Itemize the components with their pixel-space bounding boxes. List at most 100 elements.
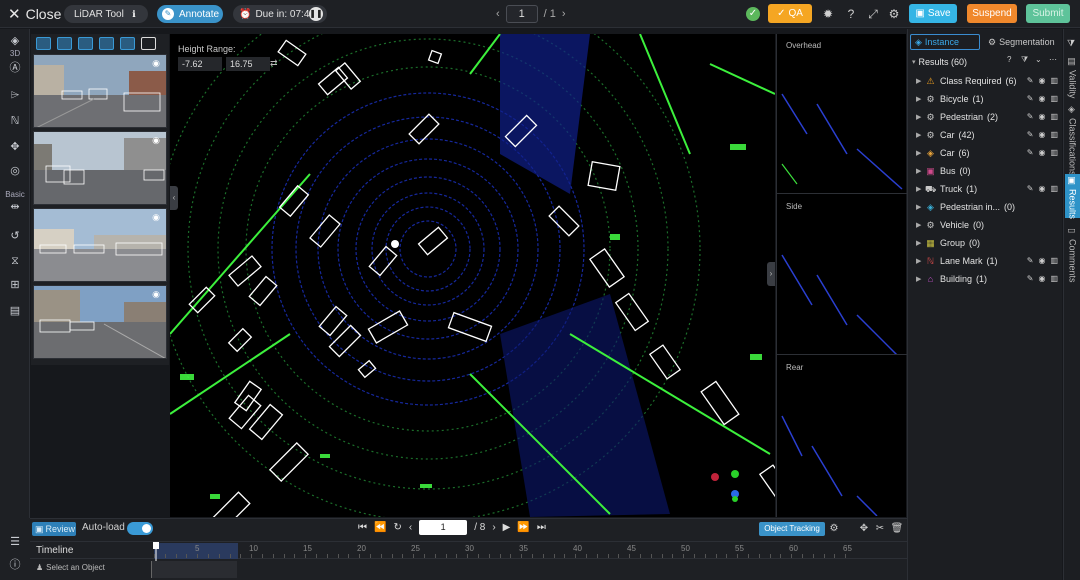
grid-tool-icon[interactable]: ⊞: [7, 277, 23, 293]
object-track-lane[interactable]: [151, 561, 237, 578]
sliders-icon[interactable]: ☰: [7, 534, 23, 550]
eye-icon[interactable]: ◉: [1038, 76, 1045, 85]
class-row[interactable]: ▶ ◈ Car (6) ✎ ◉ ▥: [916, 144, 1062, 162]
suspend-button[interactable]: Suspend: [967, 4, 1017, 23]
collapse-left-handle[interactable]: ‹: [170, 186, 178, 210]
review-button[interactable]: ▣ Review: [32, 522, 76, 536]
point-cloud-viewport[interactable]: Height Range: -7.62 16.75 ⇄ ‹ ›: [170, 34, 775, 517]
edit-icon[interactable]: ✎: [1027, 130, 1034, 139]
scissors-icon[interactable]: ✂: [873, 522, 887, 536]
class-row[interactable]: ▶ ⛟ Truck (1) ✎ ◉ ▥: [916, 180, 1062, 198]
filter-icon[interactable]: ⧩: [1067, 38, 1075, 49]
class-row[interactable]: ▶ ⌂ Building (1) ✎ ◉ ▥: [916, 270, 1062, 288]
tab-segmentation[interactable]: ⚙ Segmentation: [984, 34, 1056, 50]
move-tool-icon[interactable]: ✥: [7, 139, 23, 155]
tab-instance[interactable]: ◈ Instance: [910, 34, 980, 50]
cam-target-icon[interactable]: [141, 36, 156, 50]
polygon-tool-icon[interactable]: ⌲: [7, 87, 23, 103]
collapse-right-handle[interactable]: ›: [767, 262, 775, 286]
rewind-icon[interactable]: ⏪: [374, 522, 386, 533]
tab-validity[interactable]: ▤ Validity: [1065, 55, 1080, 98]
eye-icon[interactable]: ◉: [1038, 148, 1045, 157]
tab-classifications[interactable]: ◈ Classifications: [1065, 103, 1080, 176]
play-icon[interactable]: ▶: [503, 522, 511, 533]
expand-caret-icon[interactable]: ▶: [916, 257, 925, 265]
settings-icon[interactable]: ⚙: [827, 522, 841, 536]
eye-icon[interactable]: ◉: [150, 135, 162, 145]
class-row[interactable]: ▶ ⚙ Car (42) ✎ ◉ ▥: [916, 126, 1062, 144]
page-input[interactable]: 1: [505, 5, 538, 23]
camera-view-4[interactable]: ◉: [33, 285, 167, 359]
ai-tool-icon[interactable]: Ⓐ: [7, 60, 23, 76]
class-row[interactable]: ▶ ▦ Group (0): [916, 234, 1062, 252]
flip-tool-icon[interactable]: ⇹: [7, 199, 23, 215]
edit-icon[interactable]: ✎: [1027, 112, 1034, 121]
fast-forward-icon[interactable]: ⏩: [517, 522, 529, 533]
height-min-input[interactable]: -7.62: [178, 57, 222, 71]
edit-icon[interactable]: ✎: [1027, 76, 1034, 85]
point-cloud-canvas[interactable]: [170, 34, 775, 517]
qa-button[interactable]: ✓ QA: [768, 4, 812, 23]
timeline[interactable]: Timeline 5 10 15 20 25 30 35 40 45 50 55 60 65: [30, 541, 907, 562]
next-page-icon[interactable]: ›: [562, 8, 566, 20]
filter-tool-icon[interactable]: ⧖: [7, 253, 23, 269]
globe-tool-icon[interactable]: ◎: [7, 163, 23, 179]
save-button[interactable]: ▣ Save: [909, 4, 957, 23]
info-icon[interactable]: ℹ: [128, 8, 140, 20]
class-row[interactable]: ▶ ℕ Lane Mark (1) ✎ ◉ ▥: [916, 252, 1062, 270]
cam-frame-icon[interactable]: [57, 36, 72, 50]
expand-caret-icon[interactable]: ▶: [916, 275, 925, 283]
trash-icon[interactable]: ▥: [1050, 130, 1058, 139]
eye-icon[interactable]: ◉: [1038, 94, 1045, 103]
edit-icon[interactable]: ✎: [1027, 274, 1034, 283]
rear-view[interactable]: Rear: [777, 356, 907, 516]
trash-icon[interactable]: ▥: [1050, 184, 1058, 193]
eye-icon[interactable]: ◉: [1038, 274, 1045, 283]
trash-icon[interactable]: 🗑: [890, 522, 904, 536]
annotate-mode-chip[interactable]: ✎ Annotate: [157, 5, 223, 23]
collapse-all-icon[interactable]: ⌄: [1035, 55, 1042, 64]
pause-icon[interactable]: ❚❚: [309, 7, 323, 21]
cam-box-icon[interactable]: [36, 36, 51, 50]
expand-caret-icon[interactable]: ▶: [916, 203, 925, 211]
next-frame-icon[interactable]: ›: [492, 522, 495, 533]
layers-tool-icon[interactable]: ▤: [7, 303, 23, 319]
cam-cube-icon[interactable]: [78, 36, 93, 50]
filter-icon[interactable]: ⧩: [1021, 55, 1028, 65]
settings-icon[interactable]: ⚙: [886, 6, 902, 22]
expand-caret-icon[interactable]: ▶: [916, 221, 925, 229]
eye-icon[interactable]: ◉: [150, 212, 162, 222]
class-row[interactable]: ▶ ▣ Bus (0): [916, 162, 1062, 180]
results-header[interactable]: ▾ Results (60) ? ⧩ ⌄ ⋯: [912, 54, 1062, 70]
class-row[interactable]: ▶ ◈ Pedestrian in... (0): [916, 198, 1062, 216]
trash-icon[interactable]: ▥: [1050, 94, 1058, 103]
eye-icon[interactable]: ◉: [1038, 184, 1045, 193]
info-icon[interactable]: ⓘ: [7, 557, 23, 573]
trash-icon[interactable]: ▥: [1050, 148, 1058, 157]
prev-frame-icon[interactable]: ‹: [409, 522, 412, 533]
last-frame-icon[interactable]: ⏭: [537, 522, 546, 533]
expand-caret-icon[interactable]: ▶: [916, 131, 925, 139]
cam-flag-icon[interactable]: [99, 36, 114, 50]
more-icon[interactable]: ⋯: [1049, 55, 1057, 64]
autoload-toggle[interactable]: [127, 522, 153, 535]
object-tracking-button[interactable]: Object Tracking: [759, 522, 825, 536]
undo-icon[interactable]: ↺: [7, 228, 23, 244]
help-icon[interactable]: ?: [1007, 55, 1011, 64]
submit-button[interactable]: Submit: [1026, 4, 1070, 23]
edit-icon[interactable]: ✎: [1027, 184, 1034, 193]
class-row[interactable]: ▶ ⚠ Class Required (6) ✎ ◉ ▥: [916, 72, 1062, 90]
trash-icon[interactable]: ▥: [1050, 274, 1058, 283]
expand-caret-icon[interactable]: ▶: [916, 185, 925, 193]
expand-caret-icon[interactable]: ▶: [916, 95, 925, 103]
cam-line-icon[interactable]: [120, 36, 135, 50]
trash-icon[interactable]: ▥: [1050, 76, 1058, 85]
class-row[interactable]: ▶ ⚙ Bicycle (1) ✎ ◉ ▥: [916, 90, 1062, 108]
expand-caret-icon[interactable]: ▶: [916, 149, 925, 157]
height-max-input[interactable]: 16.75: [226, 57, 270, 71]
expand-caret-icon[interactable]: ▶: [916, 239, 925, 247]
class-row[interactable]: ▶ ⚙ Pedestrian (2) ✎ ◉ ▥: [916, 108, 1062, 126]
edit-icon[interactable]: ✎: [1027, 94, 1034, 103]
overhead-view[interactable]: Overhead: [777, 34, 907, 194]
frame-input[interactable]: 1: [419, 520, 468, 535]
